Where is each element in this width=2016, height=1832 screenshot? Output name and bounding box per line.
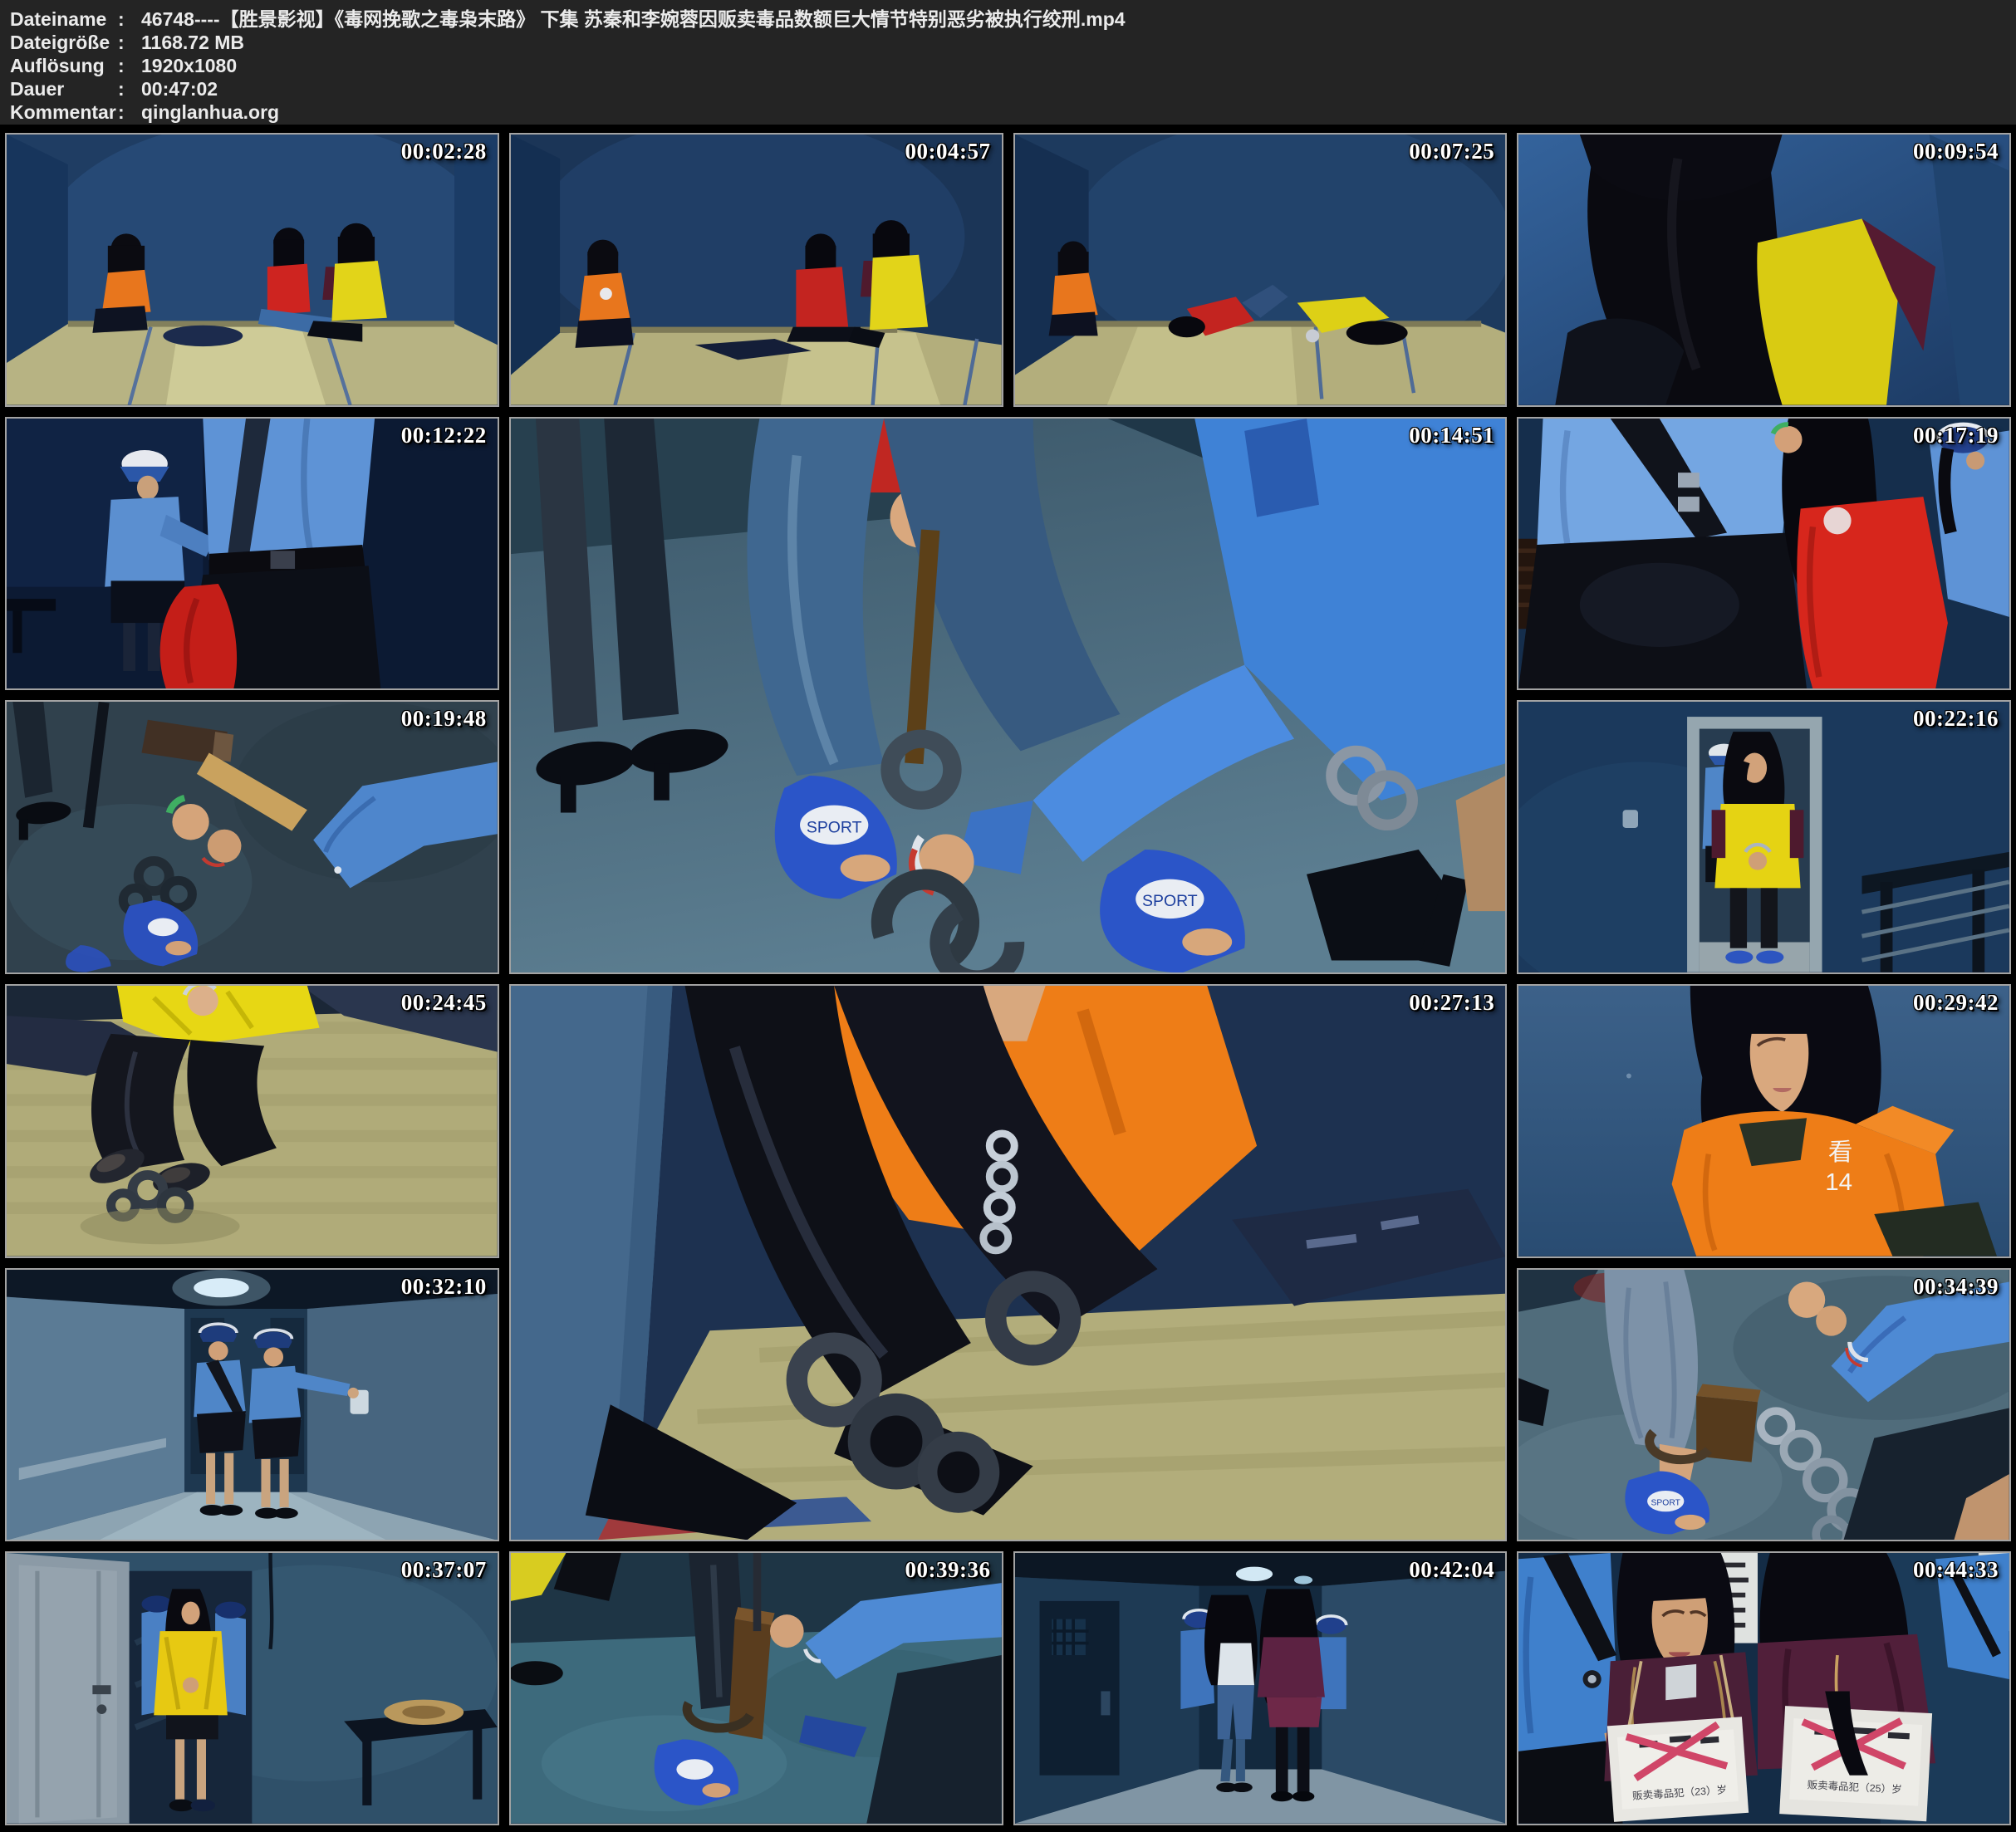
video-frame-thumbnail: 贩卖毒品犯（23）岁 贩卖毒品犯（25）岁 00:44:33 — [1517, 1551, 2011, 1825]
vest-number-text: 14 — [1825, 1169, 1852, 1196]
thumbnail-image: 看 14 — [1518, 986, 2009, 1256]
frame-timestamp: 00:12:22 — [401, 423, 487, 448]
thumbnail-image — [1015, 135, 1506, 405]
video-frame-thumbnail: SPORT SPORT 00:14:51 — [509, 417, 1508, 974]
video-frame-thumbnail: 00:42:04 — [1013, 1551, 1508, 1825]
frame-timestamp: 00:34:39 — [1913, 1274, 1999, 1300]
video-frame-thumbnail: 00:24:45 — [5, 984, 499, 1258]
thumbnail-image — [7, 135, 498, 405]
file-info-row: Kommentar : qinglanhua.org — [10, 100, 2016, 124]
thumbnail-image — [7, 419, 498, 689]
file-info-row: Dateigröße : 1168.72 MB — [10, 31, 2016, 54]
filesize-value: 1168.72 MB — [141, 31, 2016, 54]
video-frame-thumbnail: 00:27:13 — [509, 984, 1508, 1541]
vest-character-text: 看 — [1828, 1139, 1853, 1166]
resolution-value: 1920x1080 — [141, 54, 2016, 77]
thumbnail-image — [511, 1553, 1002, 1824]
frame-timestamp: 00:07:25 — [1409, 139, 1494, 164]
thumbnail-image — [7, 1270, 498, 1541]
frame-timestamp: 00:19:48 — [401, 706, 487, 732]
file-info-row: Dateiname : 46748----【胜景影视】《毒网挽歌之毒枭末路》 下… — [10, 7, 2016, 31]
thumbnail-image: 贩卖毒品犯（23）岁 贩卖毒品犯（25）岁 — [1518, 1553, 2009, 1824]
file-info-row: Dauer : 00:47:02 — [10, 77, 2016, 100]
thumbnail-image — [511, 986, 1506, 1540]
thumbnail-image: SPORT — [1518, 1270, 2009, 1541]
field-label: Dateiname — [10, 7, 118, 31]
field-separator: : — [118, 100, 141, 124]
frame-timestamp: 00:14:51 — [1409, 423, 1494, 448]
frame-timestamp: 00:32:10 — [401, 1274, 487, 1300]
thumbnail-image — [1518, 702, 2009, 972]
slipper-logo-text: SPORT — [1651, 1498, 1680, 1507]
thumbnail-image — [7, 1553, 498, 1824]
slipper-logo-text: SPORT — [1142, 892, 1198, 910]
video-frame-thumbnail: 00:07:25 — [1013, 133, 1508, 407]
frame-timestamp: 00:22:16 — [1913, 706, 1999, 732]
thumbnail-image — [1015, 1553, 1506, 1824]
video-frame-thumbnail: 00:22:16 — [1517, 700, 2011, 974]
field-separator: : — [118, 77, 141, 100]
field-label: Dateigröße — [10, 31, 118, 54]
comment-value: qinglanhua.org — [141, 100, 2016, 124]
file-info-header: Dateiname : 46748----【胜景影视】《毒网挽歌之毒枭末路》 下… — [0, 0, 2016, 125]
frame-timestamp: 00:29:42 — [1913, 990, 1999, 1016]
video-frame-thumbnail: 看 14 00:29:42 — [1517, 984, 2011, 1258]
frame-timestamp: 00:24:45 — [401, 990, 487, 1016]
frame-timestamp: 00:42:04 — [1409, 1557, 1494, 1583]
thumbnail-image — [7, 986, 498, 1256]
thumbnail-image — [7, 702, 498, 972]
duration-value: 00:47:02 — [141, 77, 2016, 100]
frame-timestamp: 00:39:36 — [905, 1557, 991, 1583]
video-frame-thumbnail: 00:39:36 — [509, 1551, 1003, 1825]
file-info-row: Auflösung : 1920x1080 — [10, 54, 2016, 77]
thumbnail-image — [1518, 419, 2009, 689]
field-label: Auflösung — [10, 54, 118, 77]
video-frame-thumbnail: 00:04:57 — [509, 133, 1003, 407]
field-separator: : — [118, 7, 141, 31]
thumbnail-image — [1518, 135, 2009, 405]
video-frame-thumbnail: 00:19:48 — [5, 700, 499, 974]
frame-timestamp: 00:04:57 — [905, 139, 991, 164]
video-frame-thumbnail: 00:17:19 — [1517, 417, 2011, 691]
frame-timestamp: 00:27:13 — [1409, 990, 1494, 1016]
frame-timestamp: 00:09:54 — [1913, 139, 1999, 164]
field-separator: : — [118, 31, 141, 54]
thumbnail-image — [511, 135, 1002, 405]
field-label: Dauer — [10, 77, 118, 100]
frame-timestamp: 00:02:28 — [401, 139, 487, 164]
thumbnail-image: SPORT SPORT — [511, 419, 1506, 972]
field-separator: : — [118, 54, 141, 77]
video-frame-thumbnail: 00:09:54 — [1517, 133, 2011, 407]
video-frame-thumbnail: 00:12:22 — [5, 417, 499, 691]
video-frame-thumbnail: 00:32:10 — [5, 1268, 499, 1542]
frame-timestamp: 00:37:07 — [401, 1557, 487, 1583]
video-frame-thumbnail: SPORT 00:34:39 — [1517, 1268, 2011, 1542]
filename-value: 46748----【胜景影视】《毒网挽歌之毒枭末路》 下集 苏秦和李婉蓉因贩卖毒… — [141, 7, 2016, 31]
video-frame-thumbnail: 00:37:07 — [5, 1551, 499, 1825]
frame-timestamp: 00:17:19 — [1913, 423, 1999, 448]
field-label: Kommentar — [10, 100, 118, 124]
video-frame-thumbnail: 00:02:28 — [5, 133, 499, 407]
thumbnail-grid: 00:02:28 00:04:57 — [0, 126, 2016, 1832]
slipper-logo-text: SPORT — [807, 818, 862, 836]
frame-timestamp: 00:44:33 — [1913, 1557, 1999, 1583]
